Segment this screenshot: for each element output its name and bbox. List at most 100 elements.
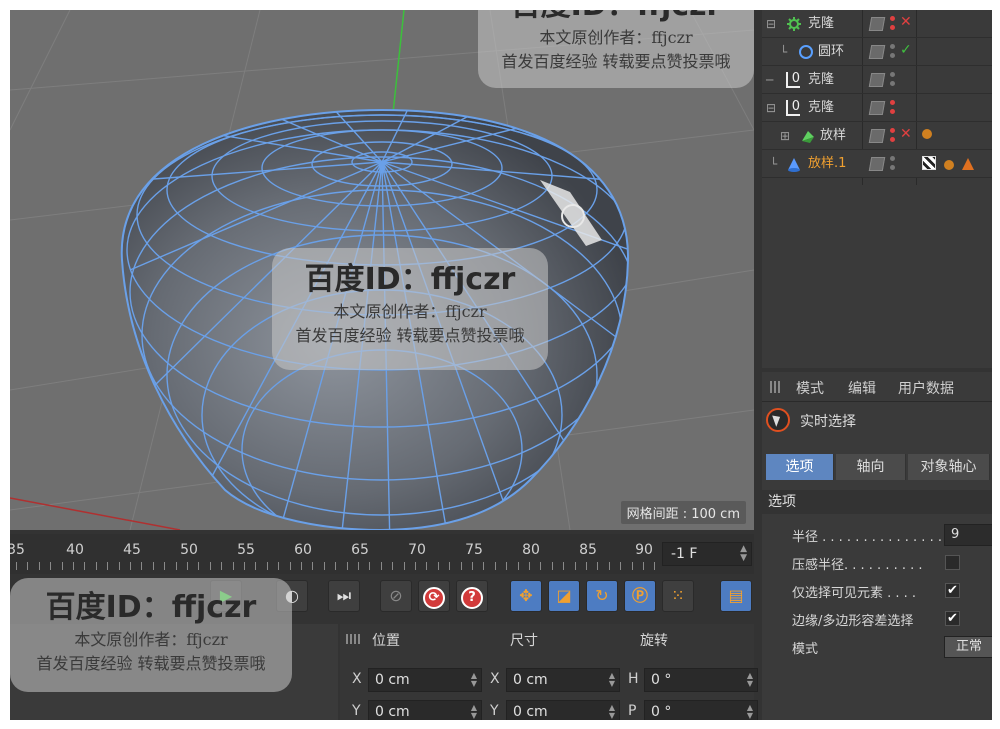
mode-label: 模式 bbox=[792, 642, 819, 657]
tree-expander-icon[interactable]: ⊟ bbox=[766, 94, 776, 122]
visibility-toggle[interactable] bbox=[868, 101, 886, 115]
disabled-flag-icon[interactable]: ✕ bbox=[900, 126, 912, 142]
editor-render-dots[interactable] bbox=[890, 100, 896, 118]
watermark-brand-top: 百度ID：ffjczr bbox=[478, 10, 754, 24]
spinner-icon[interactable]: ▲ ▼ bbox=[747, 672, 753, 688]
current-frame-field[interactable]: -1 F ▲ ▼ bbox=[662, 542, 752, 566]
position-y-input[interactable]: 0 cm ▲ ▼ bbox=[368, 700, 482, 720]
size-x-input[interactable]: 0 cm ▲ ▼ bbox=[506, 668, 620, 692]
tab-axis[interactable]: 轴向 bbox=[836, 454, 906, 480]
enabled-check-icon[interactable]: ✓ bbox=[900, 42, 912, 58]
object-row-cloner-1[interactable]: ⊟ 克隆 ✕ bbox=[762, 10, 992, 38]
watermark-author-bl: 本文原创作者：ffjczr bbox=[74, 630, 228, 649]
axis-label: X bbox=[352, 671, 362, 687]
radius-label: 半径 . . . . . . . . . . . . . . . bbox=[792, 530, 942, 545]
timeline-tick bbox=[221, 562, 223, 570]
panel-grip-icon[interactable] bbox=[770, 381, 782, 393]
keyframe-selection-button[interactable]: ? bbox=[456, 580, 488, 612]
editor-render-dots[interactable] bbox=[890, 16, 896, 34]
timeline-tick bbox=[244, 562, 245, 570]
editor-render-dots[interactable] bbox=[890, 72, 896, 90]
editor-render-dots[interactable] bbox=[890, 128, 896, 146]
tick-label: 80 bbox=[522, 542, 540, 558]
radius-input[interactable]: 9 bbox=[944, 524, 992, 546]
timeline-tick bbox=[38, 562, 40, 570]
object-label: 克隆 bbox=[808, 100, 835, 115]
phong-tag-icon[interactable] bbox=[922, 129, 932, 139]
pressure-radius-checkbox[interactable] bbox=[945, 555, 960, 570]
object-row-loft[interactable]: ⊞ 放样 ✕ bbox=[762, 122, 992, 150]
3d-viewport[interactable]: 网格间距 : 100 cm 百度ID：ffjczr 本文原创作者：ffjczr … bbox=[10, 10, 754, 530]
param-key-button[interactable]: Ⓟ bbox=[624, 580, 656, 612]
goto-end-button[interactable]: ⏭ bbox=[328, 580, 360, 612]
timeline-ruler[interactable]: 35 40 45 50 55 60 65 70 75 80 85 90 -1 F… bbox=[10, 534, 754, 574]
object-label: 克隆 bbox=[808, 72, 835, 87]
record-disabled-button[interactable]: ⊘ bbox=[380, 580, 412, 612]
filmstrip-button[interactable]: ▤ bbox=[720, 580, 752, 612]
visibility-toggle[interactable] bbox=[868, 73, 886, 87]
visibility-toggle[interactable] bbox=[868, 17, 886, 31]
visible-only-checkbox[interactable]: ✔ bbox=[945, 583, 960, 598]
object-row-loft-1[interactable]: └ 放样.1 bbox=[762, 150, 992, 178]
spinner-icon[interactable]: ▲ ▼ bbox=[747, 704, 753, 720]
null-icon: 0 bbox=[786, 100, 800, 116]
point-level-button[interactable]: ⁙ bbox=[662, 580, 694, 612]
texture-tag-icon[interactable] bbox=[922, 156, 936, 170]
timeline-tick bbox=[335, 562, 337, 570]
phong-tag-icon[interactable] bbox=[944, 160, 955, 170]
object-row-circle[interactable]: └ 圆环 ✓ bbox=[762, 38, 992, 66]
object-row-cloner-2[interactable]: ─ 0 克隆 bbox=[762, 66, 992, 94]
tab-object-axis[interactable]: 对象轴心 bbox=[908, 454, 990, 480]
material-tag-icon[interactable] bbox=[962, 158, 975, 170]
timeline-tick bbox=[506, 562, 508, 570]
autokey-button[interactable]: ⟳ bbox=[418, 580, 450, 612]
visibility-toggle[interactable] bbox=[868, 157, 886, 171]
timeline-tick bbox=[449, 562, 451, 570]
editor-render-dots[interactable] bbox=[890, 156, 896, 174]
axis-label: P bbox=[628, 703, 637, 719]
active-tool-header: 实时选择 bbox=[762, 404, 992, 436]
circle-icon bbox=[799, 45, 813, 59]
position-x-input[interactable]: 0 cm ▲ ▼ bbox=[368, 668, 482, 692]
tree-expander-icon[interactable]: ⊟ bbox=[766, 10, 776, 38]
spinner-icon[interactable]: ▲ ▼ bbox=[740, 545, 747, 563]
watermark-brand: 百度ID：ffjczr bbox=[304, 262, 516, 297]
rotate-key-button[interactable]: ↻ bbox=[586, 580, 618, 612]
move-key-button[interactable]: ✥ bbox=[510, 580, 542, 612]
tick-label: 45 bbox=[123, 542, 141, 558]
spinner-icon[interactable]: ▲ ▼ bbox=[609, 704, 615, 720]
scale-key-button[interactable]: ◪ bbox=[548, 580, 580, 612]
size-y-input[interactable]: 0 cm ▲ ▼ bbox=[506, 700, 620, 720]
spinner-icon[interactable]: ▲ ▼ bbox=[609, 672, 615, 688]
menu-edit[interactable]: 编辑 bbox=[848, 378, 876, 398]
tree-line: ─ bbox=[766, 73, 774, 87]
disabled-flag-icon[interactable]: ✕ bbox=[900, 14, 912, 30]
tolerance-checkbox[interactable]: ✔ bbox=[945, 611, 960, 626]
timeline-tick bbox=[380, 562, 382, 570]
object-row-cloner-3[interactable]: ⊟ 0 克隆 bbox=[762, 94, 992, 122]
editor-render-dots[interactable] bbox=[890, 44, 896, 62]
menu-user-data[interactable]: 用户数据 bbox=[898, 378, 954, 398]
timeline-tick bbox=[164, 562, 166, 570]
spinner-icon[interactable]: ▲ ▼ bbox=[471, 704, 477, 720]
coordinates-manager: 位置 尺寸 旋转 X 0 cm ▲ ▼ Y 0 cm ▲ ▼ X 0 cm ▲ ▼ Y 0 … bbox=[340, 624, 758, 720]
watermark-top: 百度ID：ffjczr 本文原创作者：ffjczr 首发百度经验 转载要点赞投票… bbox=[478, 10, 754, 88]
panel-grip-icon[interactable] bbox=[346, 634, 360, 644]
position-x-value: 0 cm bbox=[375, 672, 410, 688]
size-x-value: 0 cm bbox=[513, 672, 548, 688]
mode-dropdown[interactable]: 正常 bbox=[944, 636, 992, 658]
visibility-toggle[interactable] bbox=[868, 129, 886, 143]
null-icon: 0 bbox=[786, 72, 800, 88]
timeline-tick bbox=[152, 562, 154, 570]
object-label: 放样 bbox=[820, 128, 847, 143]
rotation-h-input[interactable]: 0 ° ▲ ▼ bbox=[644, 668, 758, 692]
tree-expander-icon[interactable]: ⊞ bbox=[780, 122, 790, 150]
tab-options[interactable]: 选项 bbox=[766, 454, 834, 480]
axis-label: X bbox=[490, 671, 500, 687]
rotation-p-input[interactable]: 0 ° ▲ ▼ bbox=[644, 700, 758, 720]
x-axis-line bbox=[10, 497, 181, 530]
visibility-toggle[interactable] bbox=[868, 45, 886, 59]
tag-list bbox=[922, 156, 978, 174]
menu-mode[interactable]: 模式 bbox=[796, 378, 824, 398]
spinner-icon[interactable]: ▲ ▼ bbox=[471, 672, 477, 688]
